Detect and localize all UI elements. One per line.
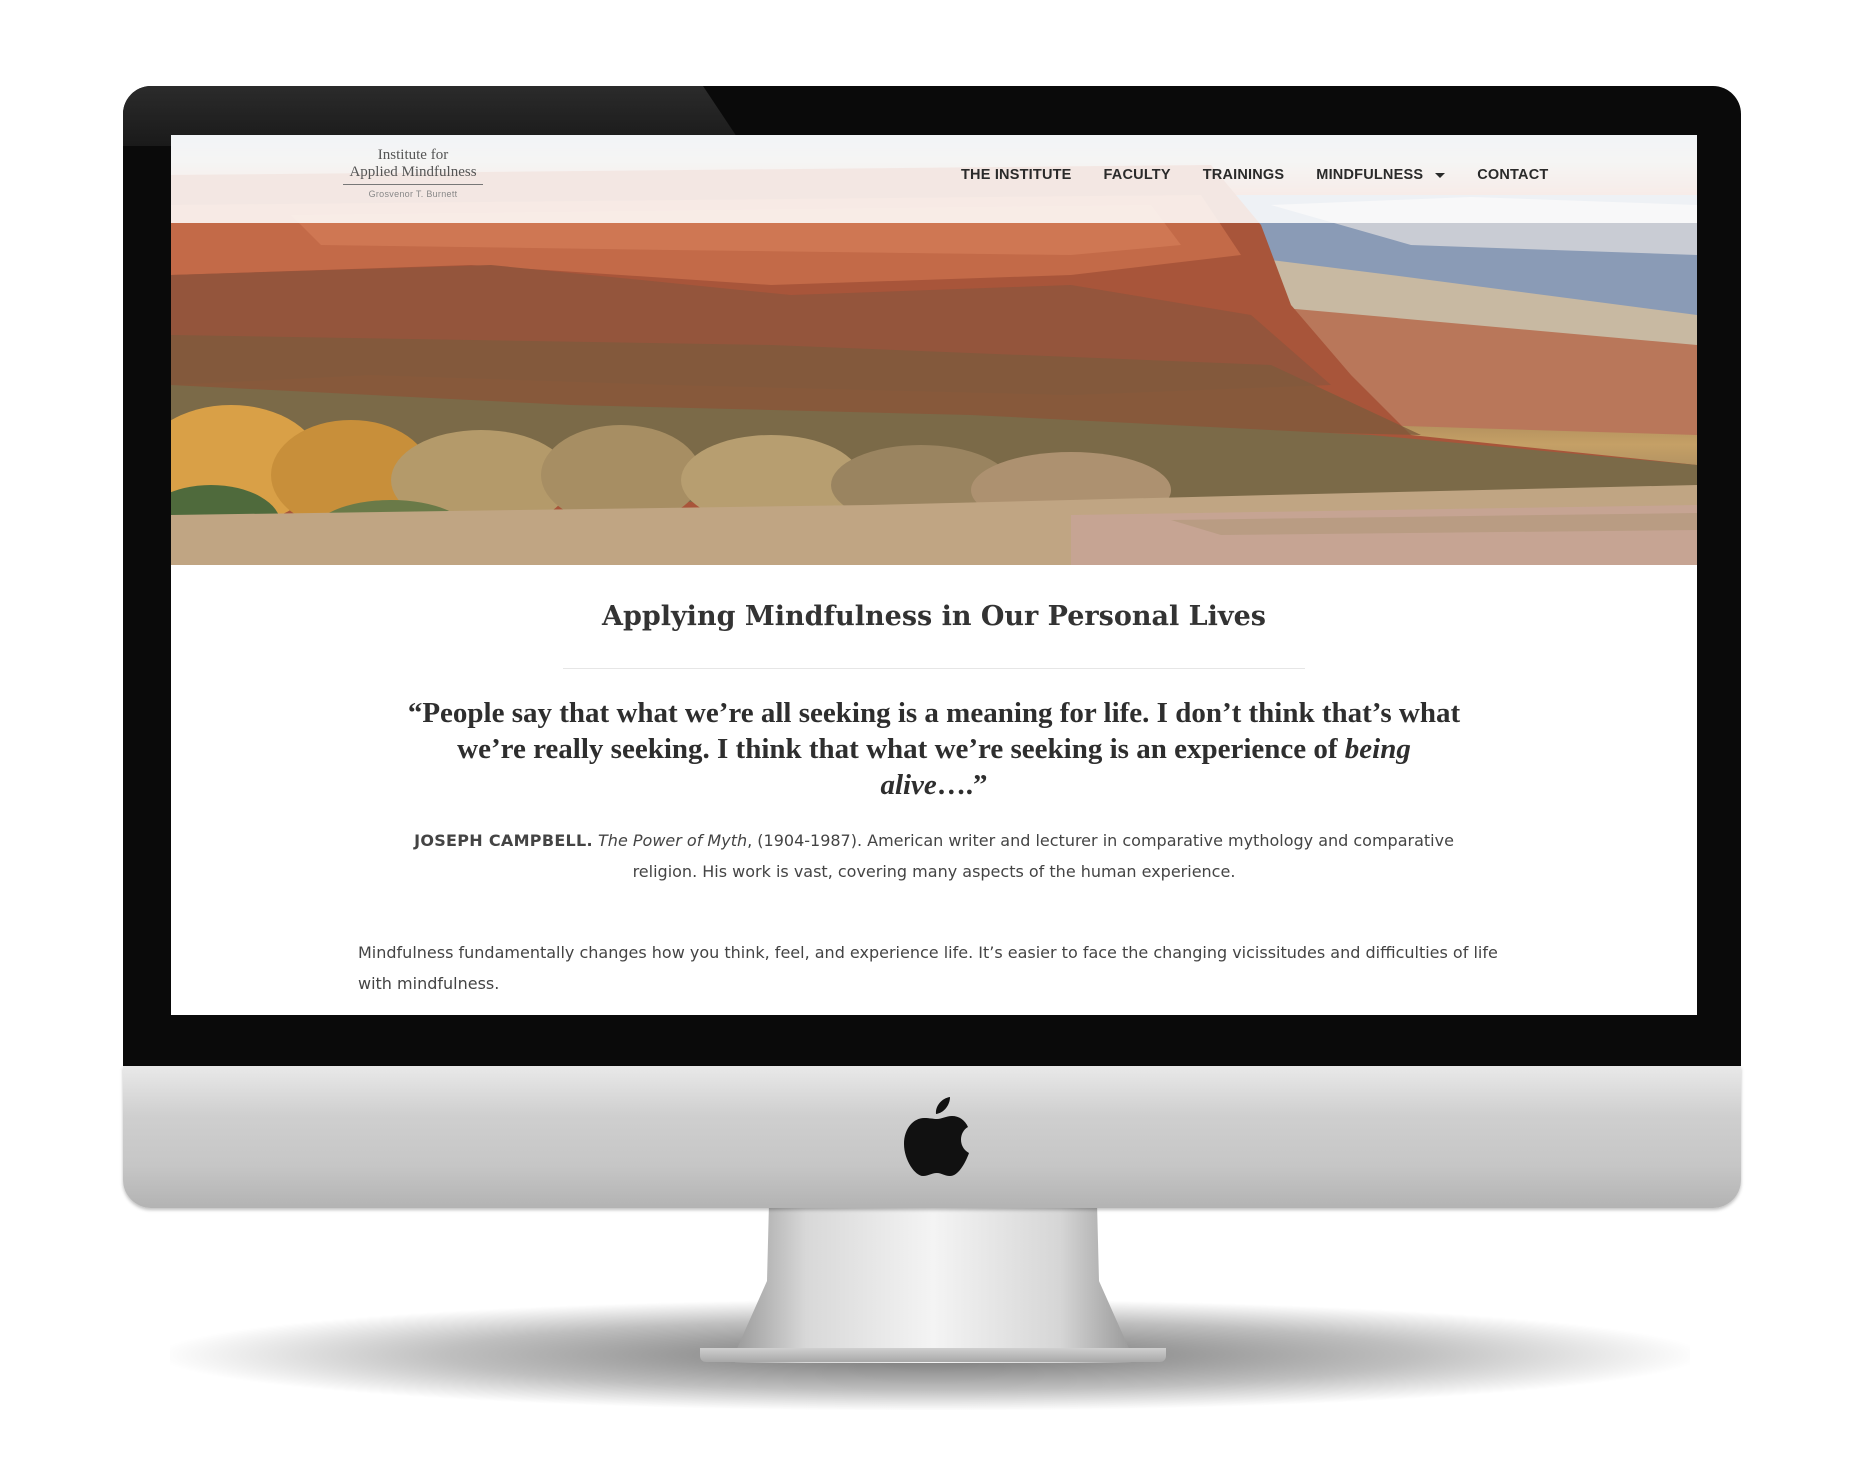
page-title: Applying Mindfulness in Our Personal Liv…: [602, 601, 1266, 632]
logo-line-2: Applied Mindfulness: [349, 164, 477, 180]
quote-attribution: JOSEPH CAMPBELL. The Power of Myth, (190…: [409, 825, 1459, 887]
nav-item-label: THE INSTITUTE: [961, 167, 1072, 183]
monitor-stand-foot: [700, 1348, 1166, 1362]
campbell-quote: “People say that what we’re all seeking …: [401, 695, 1467, 803]
chevron-down-icon: [1435, 172, 1446, 178]
nav-item-faculty[interactable]: FACULTY: [1104, 167, 1171, 183]
attribution-details: , (1904-1987). American writer and lectu…: [632, 831, 1454, 881]
logo-tagline: Grosvenor T. Burnett: [368, 189, 458, 199]
nav-item-mindfulness[interactable]: MINDFULNESS: [1316, 167, 1446, 183]
nav-item-label: CONTACT: [1477, 167, 1549, 183]
nav-item-contact[interactable]: CONTACT: [1477, 167, 1548, 183]
hero-image: Institute for Applied Mindfulness Grosve…: [171, 135, 1697, 565]
browser-viewport: Institute for Applied Mindfulness Grosve…: [171, 135, 1697, 1015]
site-header: Institute for Applied Mindfulness Grosve…: [171, 135, 1697, 223]
attribution-name: JOSEPH CAMPBELL.: [414, 831, 593, 850]
apple-logo-icon: [904, 1097, 969, 1176]
main-content: Applying Mindfulness in Our Personal Liv…: [171, 565, 1697, 1015]
logo-divider: [343, 184, 483, 185]
title-divider: [563, 668, 1305, 669]
attribution-work: The Power of Myth: [598, 831, 748, 850]
quote-text: “People say that what we’re all seeking …: [407, 697, 1461, 765]
nav-item-the-institute[interactable]: THE INSTITUTE: [961, 167, 1072, 183]
site-logo[interactable]: Institute for Applied Mindfulness Grosve…: [338, 147, 488, 213]
main-nav: THE INSTITUTE FACULTY TRAININGS MINDFULN…: [961, 167, 1580, 183]
intro-paragraph: Mindfulness fundamentally changes how yo…: [358, 943, 1498, 993]
monitor-stand: [735, 1203, 1131, 1363]
nav-item-trainings[interactable]: TRAININGS: [1203, 167, 1285, 183]
logo-line-1: Institute for: [377, 147, 449, 163]
nav-item-label: FACULTY: [1103, 167, 1171, 183]
quote-ending: ….”: [936, 769, 988, 801]
nav-item-label: MINDFULNESS: [1316, 167, 1424, 183]
nav-item-label: TRAININGS: [1202, 167, 1285, 183]
